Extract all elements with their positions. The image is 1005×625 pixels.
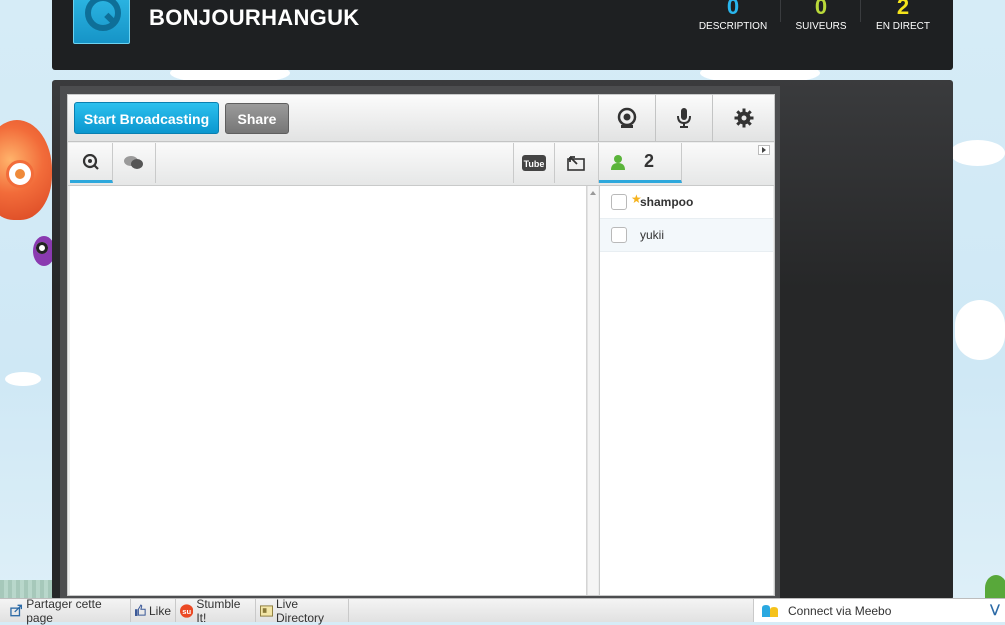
divider bbox=[780, 0, 781, 22]
microphone-button[interactable] bbox=[655, 95, 712, 141]
moderator-star-icon: ★ bbox=[631, 192, 642, 206]
gear-icon bbox=[734, 108, 754, 128]
expand-arrow-icon[interactable] bbox=[758, 145, 770, 155]
background-cloud bbox=[950, 140, 1005, 166]
tab-users[interactable]: 2 bbox=[599, 143, 682, 183]
start-broadcasting-button[interactable]: Start Broadcasting bbox=[74, 102, 219, 134]
live-directory-label: Live Directory bbox=[275, 596, 324, 625]
chat-bubble-icon bbox=[82, 153, 99, 170]
list-item[interactable]: ★ shampoo bbox=[600, 186, 773, 219]
popout-icon bbox=[567, 156, 585, 171]
like-button[interactable]: Like bbox=[131, 599, 176, 622]
stat-label: EN DIRECT bbox=[876, 21, 930, 32]
meebo-icon bbox=[762, 604, 778, 617]
webcam-icon bbox=[617, 107, 637, 128]
user-name: shampoo bbox=[640, 195, 694, 209]
broadcast-app: Start Broadcasting Share Tube 2 ★ shampo… bbox=[67, 94, 775, 596]
stumble-button[interactable]: su Stumble It! bbox=[176, 596, 256, 625]
thumbs-up-icon bbox=[135, 604, 146, 616]
scroll-up-arrow-icon[interactable] bbox=[590, 191, 596, 195]
share-page-label: Partager cette page bbox=[26, 596, 102, 625]
svg-text:Tube: Tube bbox=[524, 159, 545, 169]
tab-private-chat[interactable] bbox=[113, 143, 156, 183]
stat-live[interactable]: 2 EN DIRECT bbox=[872, 0, 934, 32]
list-item[interactable]: yukii bbox=[600, 219, 773, 252]
popout-button[interactable] bbox=[554, 143, 599, 183]
balloon-eye-illustration bbox=[6, 160, 34, 188]
bottom-share-bar: Partager cette page Like su Stumble It! … bbox=[0, 596, 1005, 625]
user-name: yukii bbox=[640, 228, 665, 242]
share-page-link[interactable]: Partager cette page bbox=[6, 596, 131, 625]
user-icon bbox=[611, 154, 625, 170]
stat-value: 0 bbox=[814, 0, 828, 19]
stat-description[interactable]: 0 DESCRIPTION bbox=[696, 0, 770, 32]
user-count: 2 bbox=[644, 151, 655, 171]
divider bbox=[860, 0, 861, 22]
youtube-button[interactable]: Tube bbox=[513, 143, 555, 183]
logo-q-icon bbox=[85, 0, 121, 31]
channel-header: BONJOURHANGUK 0 DESCRIPTION 0 SUIVEURS 2… bbox=[52, 0, 953, 70]
grass-illustration bbox=[0, 580, 52, 598]
chat-message-area[interactable] bbox=[70, 186, 587, 595]
tab-public-chat[interactable] bbox=[70, 143, 113, 183]
svg-text:su: su bbox=[182, 606, 191, 615]
stat-label: SUIVEURS bbox=[795, 21, 847, 32]
webcam-button[interactable] bbox=[598, 95, 655, 141]
settings-button[interactable] bbox=[712, 95, 775, 141]
private-chat-icon bbox=[124, 156, 143, 169]
stat-label: DESCRIPTION bbox=[698, 21, 768, 32]
stumble-label: Stumble It! bbox=[196, 596, 241, 625]
chevron-down-icon[interactable]: ⋁ bbox=[990, 602, 1000, 616]
broadcast-toolbar: Start Broadcasting Share bbox=[68, 95, 774, 142]
chat-scrollbar[interactable] bbox=[587, 186, 598, 595]
meebo-connect[interactable]: Connect via Meebo ⋁ bbox=[753, 599, 1005, 622]
stat-value: 2 bbox=[896, 0, 910, 19]
channel-name: BONJOURHANGUK bbox=[149, 5, 360, 30]
stat-followers[interactable]: 0 SUIVEURS bbox=[792, 0, 850, 32]
stat-value: 0 bbox=[726, 0, 740, 19]
like-label: Like bbox=[148, 603, 171, 618]
site-logo[interactable] bbox=[73, 0, 130, 44]
chat-tab-bar: Tube 2 bbox=[68, 143, 774, 186]
user-checkbox[interactable] bbox=[611, 227, 627, 243]
user-list: ★ shampoo yukii bbox=[599, 186, 773, 595]
youtube-icon: Tube bbox=[522, 155, 546, 171]
stumbleupon-icon: su bbox=[180, 603, 194, 618]
live-directory-link[interactable]: Live Directory bbox=[256, 596, 349, 625]
share-button[interactable]: Share bbox=[225, 103, 289, 134]
share-arrow-icon bbox=[10, 604, 23, 617]
background-cloud bbox=[5, 372, 41, 386]
directory-icon bbox=[260, 604, 273, 617]
background-cloud bbox=[955, 300, 1005, 360]
meebo-label: Connect via Meebo bbox=[788, 603, 892, 618]
microphone-icon bbox=[677, 108, 691, 128]
user-checkbox[interactable]: ★ bbox=[611, 192, 642, 210]
